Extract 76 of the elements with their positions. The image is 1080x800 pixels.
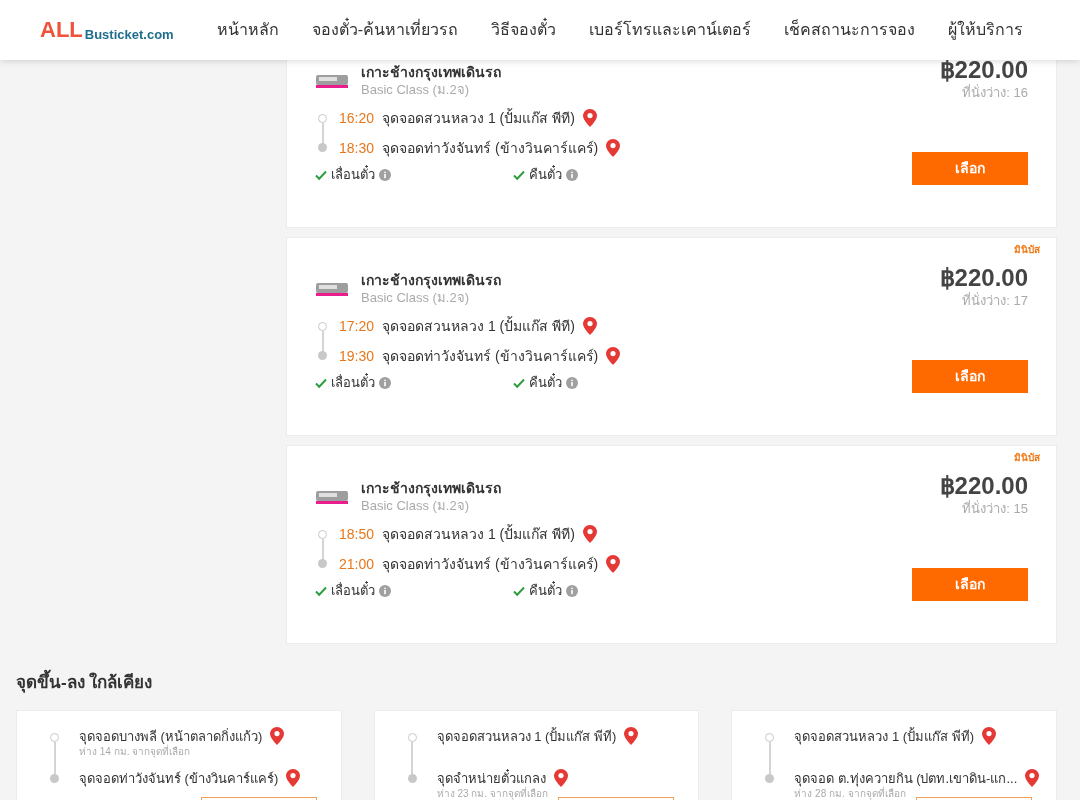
map-pin-icon [582,525,597,543]
seats-available: ที่นั่งว่าง: 16 [962,84,1028,102]
stop-name: จุดจอดท่าวังจันทร์ (ข้างวินคาร์แคร์) [79,769,279,788]
stop-name: จุดจำหน่ายตั๋วแกลง [436,768,546,787]
seats-available: ที่นั่งว่าง: 15 [962,500,1028,518]
nav-link[interactable]: หน้าหลัก [216,18,279,42]
info-icon[interactable] [566,168,578,181]
price: ฿220.00 [939,264,1028,292]
feature-label: คืนตั๋ว [529,580,562,600]
check-icon [513,168,525,181]
departure-time: 21:00 [339,554,375,574]
logo-text: ALL [40,19,83,41]
nav-link[interactable]: ผู้ให้บริการ [948,18,1023,42]
bus-icon [315,489,349,505]
info-icon[interactable] [379,376,391,389]
distance-note: ห่าง 23 กม. จากจุดที่เลือก [436,788,549,800]
bus-class: Basic Class (ม.2จ) [361,81,471,99]
departure-time: 18:30 [339,138,375,158]
nav-link[interactable]: เช็คสถานะการจอง [784,18,915,42]
stop-name: จุดจอดสวนหลวง 1 (ปั้มแก๊ส พีที) [436,726,617,746]
map-pin-icon [982,727,997,746]
seats-available: ที่นั่งว่าง: 17 [962,292,1028,310]
map-pin-icon [582,317,597,335]
map-pin-icon [582,109,597,127]
stop-name: จุดจอด ต.ทุ่งควายกิน (ปตท.เขาดิน-แก... [794,769,1018,787]
departure-time: 17:20 [339,316,375,336]
departure-time: 16:20 [339,108,375,128]
nav-link[interactable]: วิธีจองตั๋ว [491,18,556,42]
price: ฿220.00 [939,56,1028,84]
feature-label: เลื่อนตั๋ว [331,372,375,392]
departure-time: 18:50 [339,524,375,544]
bus-icon [315,281,349,297]
stop-name: จุดจอดท่าวังจันทร์ (ข้างวินคาร์แคร์) [382,346,599,367]
bus-icon [315,73,349,89]
info-icon[interactable] [379,168,391,181]
feature-label: เลื่อนตั๋ว [331,164,375,184]
map-pin-icon [606,347,621,365]
stop-name: จุดจอดท่าวังจันทร์ (ข้างวินคาร์แคร์) [382,554,599,575]
map-pin-icon [1025,769,1040,788]
bus-type-label: มินิบัส [1014,451,1040,465]
price: ฿220.00 [939,472,1028,500]
check-icon [513,376,525,389]
operator-name: เกาะช้างกรุงเทพเดินรถ [361,271,501,289]
operator-name: เกาะช้างกรุงเทพเดินรถ [361,479,501,497]
stop-name: จุดจอดสวนหลวง 1 (ปั้มแก๊ส พีที) [794,726,975,746]
bus-type-label: มินิบัส [1014,243,1040,257]
check-icon [315,584,327,597]
stop-name: จุดจอดสวนหลวง 1 (ปั้มแก๊ส พีที) [382,523,575,545]
info-icon[interactable] [379,584,391,597]
operator-name: เกาะช้างกรุงเทพเดินรถ [361,63,501,81]
bus-class: Basic Class (ม.2จ) [361,289,471,307]
check-icon [315,376,327,389]
logo-text: Busticket.com [84,28,174,41]
check-icon [315,168,327,181]
nav-link[interactable]: จองตั๋ว-ค้นหาเที่ยวรถ [311,18,458,42]
map-pin-icon [553,769,568,788]
logo[interactable]: ALL Busticket.com [40,19,174,41]
nav-link[interactable]: เบอร์โทรและเคาน์เตอร์ [589,18,751,42]
map-pin-icon [286,769,301,788]
check-icon [513,584,525,597]
map-pin-icon [606,555,621,573]
feature-label: คืนตั๋ว [529,164,562,184]
feature-label: คืนตั๋ว [529,372,562,392]
map-pin-icon [606,139,621,157]
stop-name: จุดจอดท่าวังจันทร์ (ข้างวินคาร์แคร์) [382,138,599,159]
feature-label: เลื่อนตั๋ว [331,580,375,600]
stop-name: จุดจอดบางพลี (หน้าตลาดกิ่งแก้ว) [79,727,263,745]
info-icon[interactable] [566,376,578,389]
section-title: จุดขึ้น-ลง ใกล้เคียง [16,670,1080,696]
bus-class: Basic Class (ม.2จ) [361,497,471,515]
stop-name: จุดจอดสวนหลวง 1 (ปั้มแก๊ส พีที) [382,107,575,129]
map-pin-icon [624,727,639,746]
info-icon[interactable] [566,584,578,597]
map-pin-icon [270,727,285,746]
stop-name: จุดจอดสวนหลวง 1 (ปั้มแก๊ส พีที) [382,315,575,337]
departure-time: 19:30 [339,346,375,366]
